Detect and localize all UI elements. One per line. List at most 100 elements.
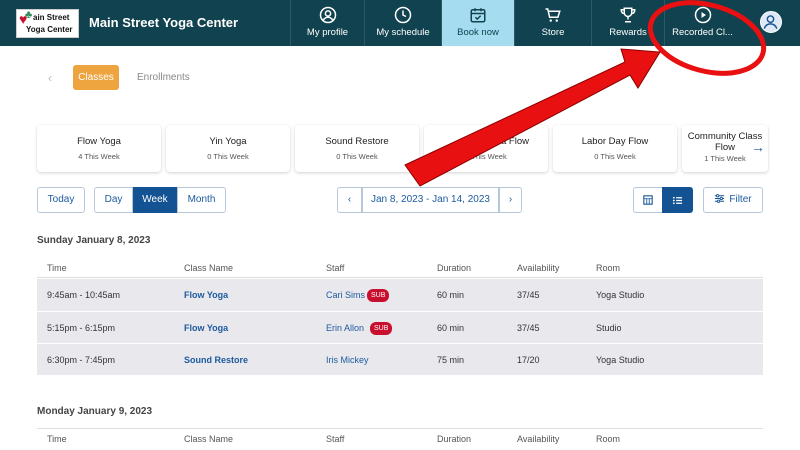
column-header-room: Room: [596, 434, 621, 444]
table-row[interactable]: 6:30pm - 7:45pm Sound Restore Iris Micke…: [37, 343, 763, 375]
card-count: 0 This Week: [336, 152, 378, 161]
cell-availability: 37/45: [517, 323, 540, 333]
filter-button[interactable]: Filter: [703, 187, 763, 213]
annotation-overlay: [404, 0, 767, 187]
table-divider: [37, 428, 763, 429]
table-divider: [37, 277, 763, 278]
table-row[interactable]: 9:45am - 10:45am Flow Yoga Cari Sims SUB…: [37, 279, 763, 311]
column-header-time: Time: [47, 434, 67, 444]
logo-text-line1: ain Street: [33, 13, 70, 22]
nav-recorded-classes[interactable]: Recorded Cl...: [664, 0, 740, 46]
cell-staff[interactable]: Iris Mickey: [326, 355, 369, 365]
brand-name: Main Street Yoga Center: [89, 15, 239, 30]
top-nav-bar: ♥ ♣ ain Street Yoga Center Main Street Y…: [0, 0, 800, 46]
cell-time: 9:45am - 10:45am: [47, 290, 121, 300]
cell-class-name[interactable]: Flow Yoga: [184, 323, 228, 333]
column-header-class-name: Class Name: [184, 434, 234, 444]
chevron-right-icon: ›: [508, 194, 513, 205]
column-header-time: Time: [47, 263, 67, 273]
class-card-asa-flow[interactable]: ...asa Flow 1 This Week: [424, 125, 548, 172]
nav-book-now[interactable]: Book now: [441, 0, 514, 46]
cell-room: Yoga Studio: [596, 290, 645, 300]
sub-badge: SUB: [367, 289, 390, 302]
calendar-check-icon: [470, 8, 486, 23]
card-count: 1 This Week: [465, 152, 507, 161]
leaf-logo-icon: ♣: [25, 9, 33, 21]
column-header-availability: Availability: [517, 434, 560, 444]
column-header-availability: Availability: [517, 263, 560, 273]
nav-my-profile[interactable]: My profile: [290, 0, 364, 46]
card-count: 0 This Week: [594, 152, 636, 161]
scroll-left-chevron-icon[interactable]: ‹: [48, 71, 52, 85]
card-count: 0 This Week: [207, 152, 249, 161]
column-header-staff: Staff: [326, 263, 345, 273]
calendar-grid-icon: [643, 195, 653, 205]
calendar-view-button[interactable]: [633, 187, 663, 213]
cell-class-name[interactable]: Flow Yoga: [184, 290, 228, 300]
play-circle-icon: [694, 6, 711, 24]
column-header-duration: Duration: [437, 434, 472, 444]
trophy-icon: [620, 7, 636, 23]
day-view-button[interactable]: Day: [94, 187, 133, 213]
cell-time: 6:30pm - 7:45pm: [47, 355, 116, 365]
nav-store[interactable]: Store: [514, 0, 591, 46]
nav-label: My profile: [306, 27, 349, 38]
class-card-flow-yoga[interactable]: Flow Yoga 4 This Week: [37, 125, 161, 172]
nav-my-schedule[interactable]: My schedule: [364, 0, 441, 46]
nav-label: My schedule: [376, 27, 430, 38]
column-header-duration: Duration: [437, 263, 472, 273]
list-icon: [672, 196, 683, 205]
cart-icon: [545, 8, 561, 22]
avatar-icon: [763, 15, 778, 29]
nav-label: Recorded Cl...: [672, 27, 733, 38]
today-button[interactable]: Today: [37, 187, 85, 213]
cell-room: Studio: [596, 323, 622, 333]
cell-staff[interactable]: Cari Sims: [326, 290, 365, 300]
week-view-button[interactable]: Week: [133, 187, 177, 213]
nav-label: Rewards: [609, 27, 647, 38]
cell-duration: 60 min: [437, 323, 465, 333]
avatar[interactable]: [760, 11, 782, 33]
class-card-yin-yoga[interactable]: Yin Yoga 0 This Week: [166, 125, 290, 172]
table-row[interactable]: 5:15pm - 6:15pm Flow Yoga Erin Allon SUB…: [37, 311, 763, 343]
cell-class-name[interactable]: Sound Restore: [184, 355, 248, 365]
card-count: 4 This Week: [78, 152, 120, 161]
card-title: Sound Restore: [325, 136, 389, 147]
chevron-left-icon: ‹: [347, 194, 352, 205]
sliders-icon: [715, 194, 725, 203]
next-week-button[interactable]: ›: [499, 187, 522, 213]
cell-room: Yoga Studio: [596, 355, 645, 365]
column-header-class-name: Class Name: [184, 263, 234, 273]
list-view-button[interactable]: [662, 187, 693, 213]
tab-enrollments[interactable]: Enrollments: [137, 72, 190, 83]
day-heading: Sunday January 8, 2023: [37, 235, 151, 246]
cell-duration: 75 min: [437, 355, 465, 365]
day-heading: Monday January 9, 2023: [37, 406, 153, 417]
card-title: Labor Day Flow: [581, 136, 649, 147]
nav-rewards[interactable]: Rewards: [591, 0, 664, 46]
cell-availability: 17/20: [517, 355, 540, 365]
cell-time: 5:15pm - 6:15pm: [47, 323, 116, 333]
column-header-room: Room: [596, 263, 621, 273]
scroll-right-arrow-icon[interactable]: →: [751, 139, 765, 155]
nav-label: Store: [541, 27, 565, 38]
column-header-staff: Staff: [326, 434, 345, 444]
card-count: 1 This Week: [704, 154, 746, 163]
sub-badge: SUB: [370, 322, 393, 335]
month-view-button[interactable]: Month: [177, 187, 226, 213]
cell-availability: 37/45: [517, 290, 540, 300]
nav-label: Book now: [457, 27, 499, 38]
cell-duration: 60 min: [437, 290, 465, 300]
class-card-sound-restore[interactable]: Sound Restore 0 This Week: [295, 125, 419, 172]
card-title: ...asa Flow: [483, 136, 529, 147]
cell-staff[interactable]: Erin Allon: [326, 323, 364, 333]
user-circle-icon: [319, 6, 336, 24]
tab-classes[interactable]: Classes: [73, 65, 119, 90]
card-title: Flow Yoga: [77, 136, 121, 147]
class-card-labor-day-flow[interactable]: Labor Day Flow 0 This Week: [553, 125, 677, 172]
clock-icon: [394, 6, 412, 24]
date-range-label: Jan 8, 2023 - Jan 14, 2023: [362, 187, 499, 213]
card-title: Yin Yoga: [209, 136, 247, 147]
logo[interactable]: ♥ ♣ ain Street Yoga Center: [16, 9, 79, 38]
prev-week-button[interactable]: ‹: [337, 187, 362, 213]
